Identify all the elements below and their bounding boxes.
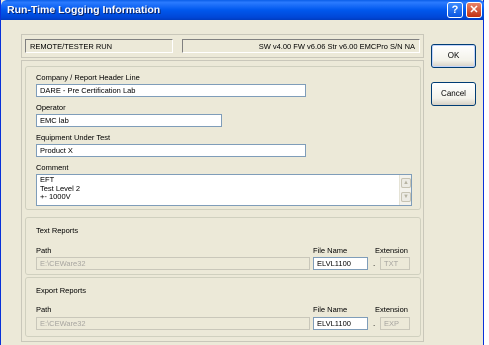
close-icon: ✕	[469, 4, 479, 16]
help-icon: ?	[451, 4, 459, 16]
report-header-group: Company / Report Header Line DARE - Pre …	[25, 66, 421, 210]
status-panel: REMOTE/TESTER RUN SW v4.00 FW v6.06 Str …	[21, 34, 424, 58]
text-path-input[interactable]: E:\CEWare32	[36, 257, 310, 270]
export-path-input[interactable]: E:\CEWare32	[36, 317, 310, 330]
export-path-label: Path	[36, 305, 52, 314]
text-reports-title: Text Reports	[36, 226, 79, 235]
version-display: SW v4.00 FW v6.06 Str v6.00 EMCPro S/N N…	[182, 39, 420, 53]
help-button[interactable]: ?	[447, 2, 463, 18]
export-filename-input[interactable]: ELVL1100	[313, 317, 368, 330]
cancel-button[interactable]: Cancel	[431, 82, 476, 106]
desktop-background	[484, 0, 489, 345]
dialog-window: Run-Time Logging Information ? ✕ REMOTE/…	[0, 0, 485, 345]
comment-line: EFT	[40, 175, 55, 184]
comment-scrollbar[interactable]: ▲ ▼	[399, 175, 411, 205]
comment-label: Comment	[36, 163, 69, 172]
comment-textarea[interactable]: EFT Test Level 2 +- 1000V ▲ ▼	[36, 174, 412, 206]
export-filename-label: File Name	[313, 305, 348, 314]
window-title: Run-Time Logging Information	[7, 4, 161, 16]
export-extension-input[interactable]: EXP	[380, 317, 410, 330]
text-filename-input[interactable]: ELVL1100	[313, 257, 368, 270]
down-arrow-icon[interactable]: ▼	[401, 192, 411, 202]
operator-label: Operator	[36, 103, 66, 112]
extension-separator: .	[373, 319, 376, 328]
text-path-label: Path	[36, 246, 52, 255]
export-extension-label: Extension	[375, 305, 408, 314]
run-mode-display: REMOTE/TESTER RUN	[25, 39, 173, 53]
export-reports-title: Export Reports	[36, 286, 87, 295]
operator-input[interactable]: EMC lab	[36, 114, 222, 127]
ok-button[interactable]: OK	[431, 44, 476, 68]
text-extension-input[interactable]: TXT	[380, 257, 410, 270]
company-label: Company / Report Header Line	[36, 73, 140, 82]
title-bar[interactable]: Run-Time Logging Information ? ✕	[1, 0, 485, 20]
eut-label: Equipment Under Test	[36, 133, 111, 142]
comment-line: Test Level 2	[40, 183, 81, 193]
up-arrow-icon[interactable]: ▲	[401, 178, 411, 188]
extension-separator: .	[373, 259, 376, 268]
export-reports-group: Export Reports Path E:\CEWare32 File Nam…	[25, 277, 421, 337]
eut-input[interactable]: Product X	[36, 144, 306, 157]
comment-line: +- 1000V	[40, 192, 71, 201]
text-filename-label: File Name	[313, 246, 348, 255]
text-reports-group: Text Reports Path E:\CEWare32 File Name …	[25, 217, 421, 275]
text-extension-label: Extension	[375, 246, 408, 255]
company-input[interactable]: DARE - Pre Certification Lab	[36, 84, 306, 97]
close-button[interactable]: ✕	[466, 2, 482, 18]
